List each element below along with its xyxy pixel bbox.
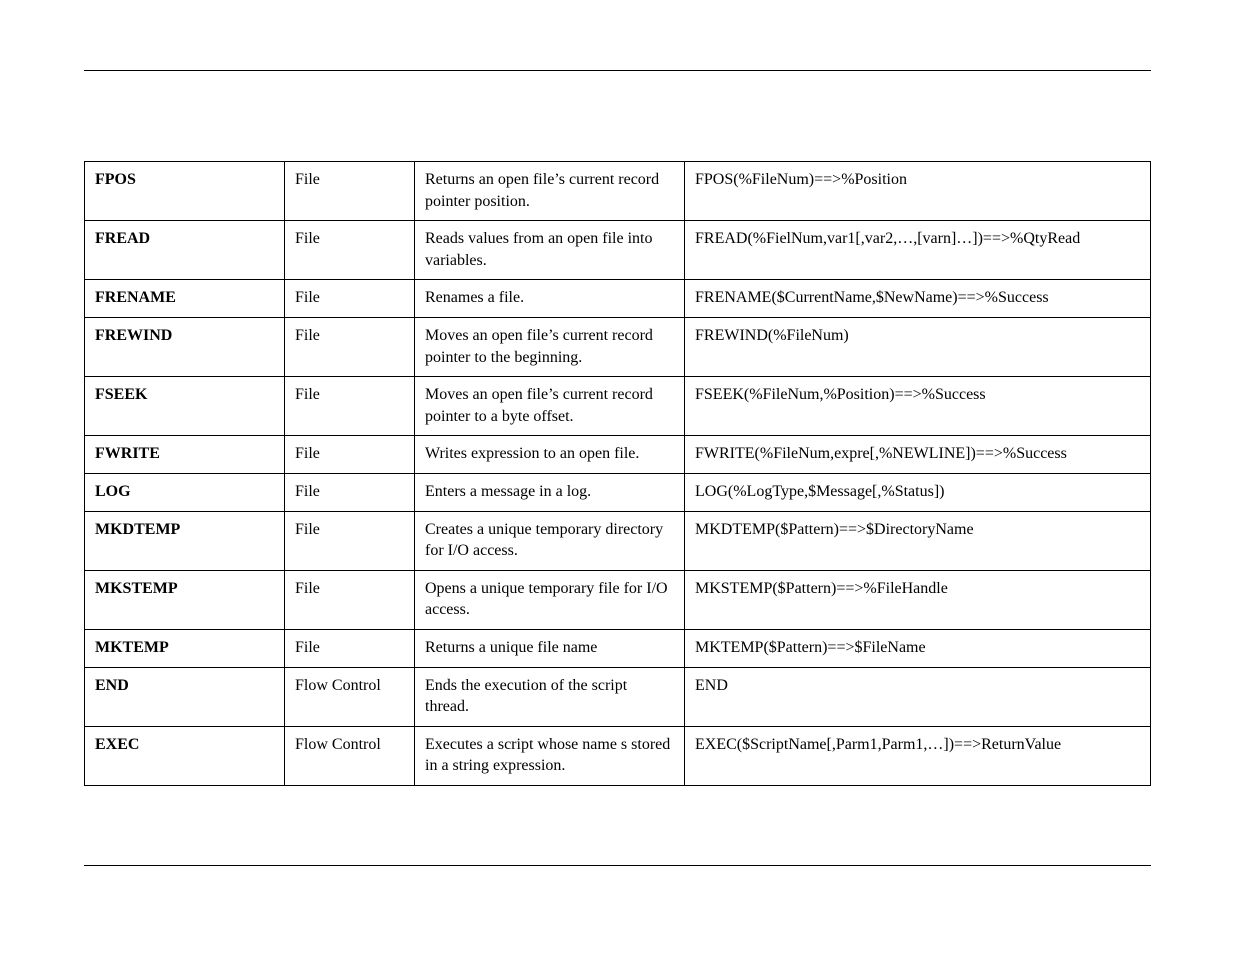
top-rule — [84, 70, 1151, 71]
verb-name: MKTEMP — [85, 629, 285, 667]
table-row: MKSTEMPFileOpens a unique temporary file… — [85, 570, 1151, 629]
verb-description: Renames a file. — [415, 280, 685, 318]
verb-type: File — [285, 473, 415, 511]
verb-name: FPOS — [85, 162, 285, 221]
verb-type: File — [285, 436, 415, 474]
verb-name: MKDTEMP — [85, 511, 285, 570]
verb-type: File — [285, 570, 415, 629]
verb-name: FREWIND — [85, 317, 285, 376]
verb-name: FSEEK — [85, 377, 285, 436]
table-row: FPOSFileReturns an open file’s current r… — [85, 162, 1151, 221]
verb-name: MKSTEMP — [85, 570, 285, 629]
verb-syntax: EXEC($ScriptName[,Parm1,Parm1,…])==>Retu… — [685, 726, 1151, 785]
verb-type: File — [285, 317, 415, 376]
verb-syntax: MKSTEMP($Pattern)==>%FileHandle — [685, 570, 1151, 629]
verb-description: Opens a unique temporary file for I/O ac… — [415, 570, 685, 629]
verb-description: Reads values from an open file into vari… — [415, 221, 685, 280]
verbs-table: FPOSFileReturns an open file’s current r… — [84, 161, 1151, 786]
table-row: EXECFlow ControlExecutes a script whose … — [85, 726, 1151, 785]
verb-name: FRENAME — [85, 280, 285, 318]
verb-syntax: FPOS(%FileNum)==>%Position — [685, 162, 1151, 221]
table-row: FRENAMEFileRenames a file.FRENAME($Curre… — [85, 280, 1151, 318]
verb-name: LOG — [85, 473, 285, 511]
verb-syntax: FREAD(%FielNum,var1[,var2,…,[varn]…])==>… — [685, 221, 1151, 280]
verb-type: File — [285, 162, 415, 221]
table-row: MKDTEMPFileCreates a unique temporary di… — [85, 511, 1151, 570]
verb-type: File — [285, 280, 415, 318]
verb-name: FWRITE — [85, 436, 285, 474]
verb-name: FREAD — [85, 221, 285, 280]
table-row: FWRITEFileWrites expression to an open f… — [85, 436, 1151, 474]
verb-syntax: MKTEMP($Pattern)==>$FileName — [685, 629, 1151, 667]
verb-syntax: FWRITE(%FileNum,expre[,%NEWLINE])==>%Suc… — [685, 436, 1151, 474]
verb-description: Enters a message in a log. — [415, 473, 685, 511]
verb-description: Ends the execution of the script thread. — [415, 667, 685, 726]
verb-syntax: MKDTEMP($Pattern)==>$DirectoryName — [685, 511, 1151, 570]
table-row: FSEEKFileMoves an open file’s current re… — [85, 377, 1151, 436]
verb-type: File — [285, 221, 415, 280]
verb-type: Flow Control — [285, 726, 415, 785]
table-row: FREADFileReads values from an open file … — [85, 221, 1151, 280]
verb-description: Creates a unique temporary directory for… — [415, 511, 685, 570]
verb-name: EXEC — [85, 726, 285, 785]
table-row: FREWINDFileMoves an open file’s current … — [85, 317, 1151, 376]
verb-name: END — [85, 667, 285, 726]
verb-type: Flow Control — [285, 667, 415, 726]
verb-syntax: END — [685, 667, 1151, 726]
table-row: MKTEMPFileReturns a unique file nameMKTE… — [85, 629, 1151, 667]
verb-description: Returns an open file’s current record po… — [415, 162, 685, 221]
verb-type: File — [285, 377, 415, 436]
verb-type: File — [285, 511, 415, 570]
verb-type: File — [285, 629, 415, 667]
table-row: LOGFileEnters a message in a log.LOG(%Lo… — [85, 473, 1151, 511]
verb-syntax: FREWIND(%FileNum) — [685, 317, 1151, 376]
verb-description: Moves an open file’s current record poin… — [415, 317, 685, 376]
verb-description: Returns a unique file name — [415, 629, 685, 667]
bottom-rule — [84, 865, 1151, 866]
verb-syntax: LOG(%LogType,$Message[,%Status]) — [685, 473, 1151, 511]
verb-description: Moves an open file’s current record poin… — [415, 377, 685, 436]
verb-description: Executes a script whose name s stored in… — [415, 726, 685, 785]
verb-syntax: FSEEK(%FileNum,%Position)==>%Success — [685, 377, 1151, 436]
table-row: ENDFlow ControlEnds the execution of the… — [85, 667, 1151, 726]
verb-description: Writes expression to an open file. — [415, 436, 685, 474]
verb-syntax: FRENAME($CurrentName,$NewName)==>%Succes… — [685, 280, 1151, 318]
